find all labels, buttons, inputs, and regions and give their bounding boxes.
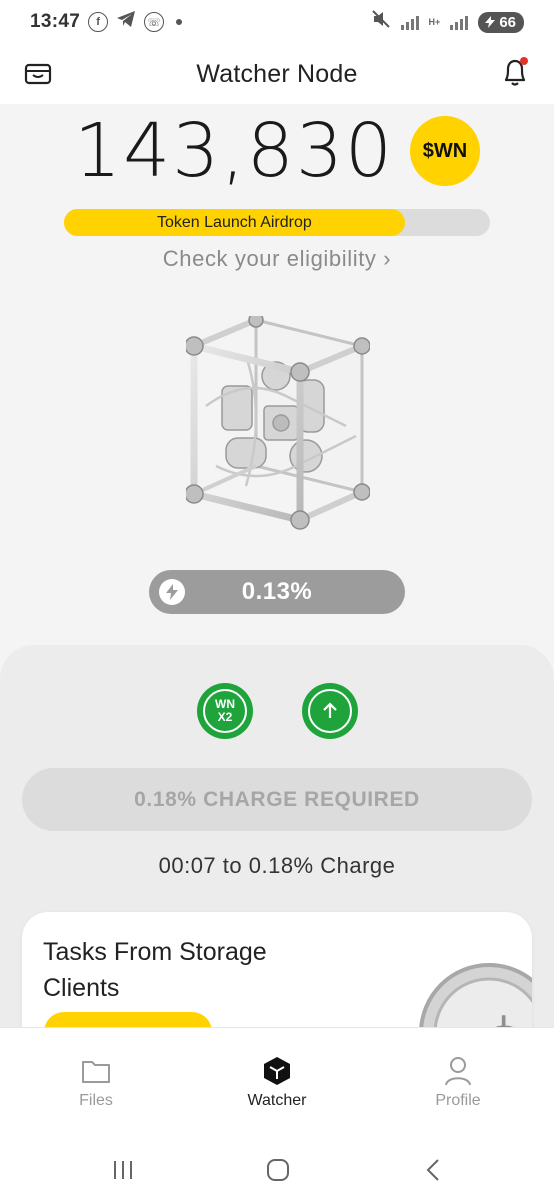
- upgrade-button[interactable]: [302, 683, 358, 739]
- cube-icon: [261, 1056, 293, 1086]
- balance-display: 143,830 $WN: [0, 106, 554, 196]
- airdrop-progress-fill: Token Launch Airdrop: [64, 209, 405, 236]
- signal-icon: [400, 14, 419, 30]
- recent-apps-button[interactable]: [108, 1155, 138, 1185]
- signal-icon-2: [450, 14, 469, 30]
- check-eligibility-link[interactable]: Check your eligibility ›: [0, 246, 554, 272]
- nav-label-files: Files: [79, 1092, 113, 1109]
- multiplier-boost-button[interactable]: WN X2: [197, 683, 253, 739]
- more-notifications-icon: [176, 19, 183, 25]
- home-icon: [267, 1159, 289, 1181]
- mute-icon: [371, 9, 391, 35]
- airdrop-label: Token Launch Airdrop: [157, 213, 312, 231]
- bottom-navigation: Files Watcher Profile: [0, 1027, 554, 1135]
- app-header: Watcher Node: [0, 44, 554, 104]
- token-badge: $WN: [410, 116, 480, 186]
- nav-item-watcher[interactable]: Watcher: [217, 1056, 337, 1110]
- recent-apps-icon: [114, 1161, 132, 1179]
- facebook-icon: f: [88, 12, 109, 32]
- lightning-icon: [159, 579, 185, 605]
- charge-value: 0.13%: [241, 578, 313, 605]
- back-button[interactable]: [418, 1155, 448, 1185]
- notifications-button[interactable]: [500, 56, 530, 88]
- watcher-node-illustration: [186, 316, 370, 530]
- arrow-up-icon: [308, 689, 352, 733]
- token-symbol: $WN: [422, 139, 468, 162]
- nav-item-profile[interactable]: Profile: [398, 1056, 518, 1110]
- whatsapp-icon: ☏: [144, 12, 165, 32]
- status-bar: 13:47 f ☏ H+ 66: [0, 0, 554, 44]
- person-icon: [442, 1056, 474, 1086]
- battery-icon: 66: [478, 11, 524, 33]
- chevron-right-icon: ›: [383, 246, 392, 271]
- home-button[interactable]: [263, 1155, 293, 1185]
- multiplier-line-2: X2: [217, 710, 233, 724]
- page-title: Watcher Node: [196, 59, 358, 88]
- eligibility-label: Check your eligibility: [162, 246, 377, 271]
- battery-level: 66: [499, 13, 516, 31]
- charge-countdown: 00:07 to 0.18% Charge: [158, 853, 396, 878]
- nav-item-files[interactable]: Files: [36, 1056, 156, 1110]
- wallet-icon: [24, 63, 52, 85]
- multiplier-line-1: WN: [215, 697, 235, 711]
- network-type-icon: H+: [428, 16, 441, 27]
- nav-label-watcher: Watcher: [247, 1092, 307, 1109]
- tasks-title: Tasks From Storage Clients: [43, 938, 267, 1002]
- notification-dot: [520, 57, 528, 65]
- bell-icon: [504, 57, 528, 86]
- charge-level-pill: 0.13%: [149, 570, 405, 614]
- charge-required-label: 0.18% CHARGE REQUIRED: [134, 787, 420, 811]
- status-time: 13:47: [30, 11, 81, 32]
- telegram-icon: [116, 10, 136, 34]
- balance-value: 143,830: [73, 108, 394, 194]
- wn-x2-icon: WN X2: [203, 689, 247, 733]
- charge-required-button[interactable]: 0.18% CHARGE REQUIRED: [22, 768, 532, 831]
- wallet-button[interactable]: [24, 60, 52, 88]
- system-navigation-bar: [0, 1135, 554, 1200]
- nav-label-profile: Profile: [435, 1092, 481, 1109]
- back-icon: [426, 1159, 439, 1181]
- airdrop-progress-bar[interactable]: Token Launch Airdrop: [64, 209, 490, 236]
- folder-icon: [80, 1056, 112, 1086]
